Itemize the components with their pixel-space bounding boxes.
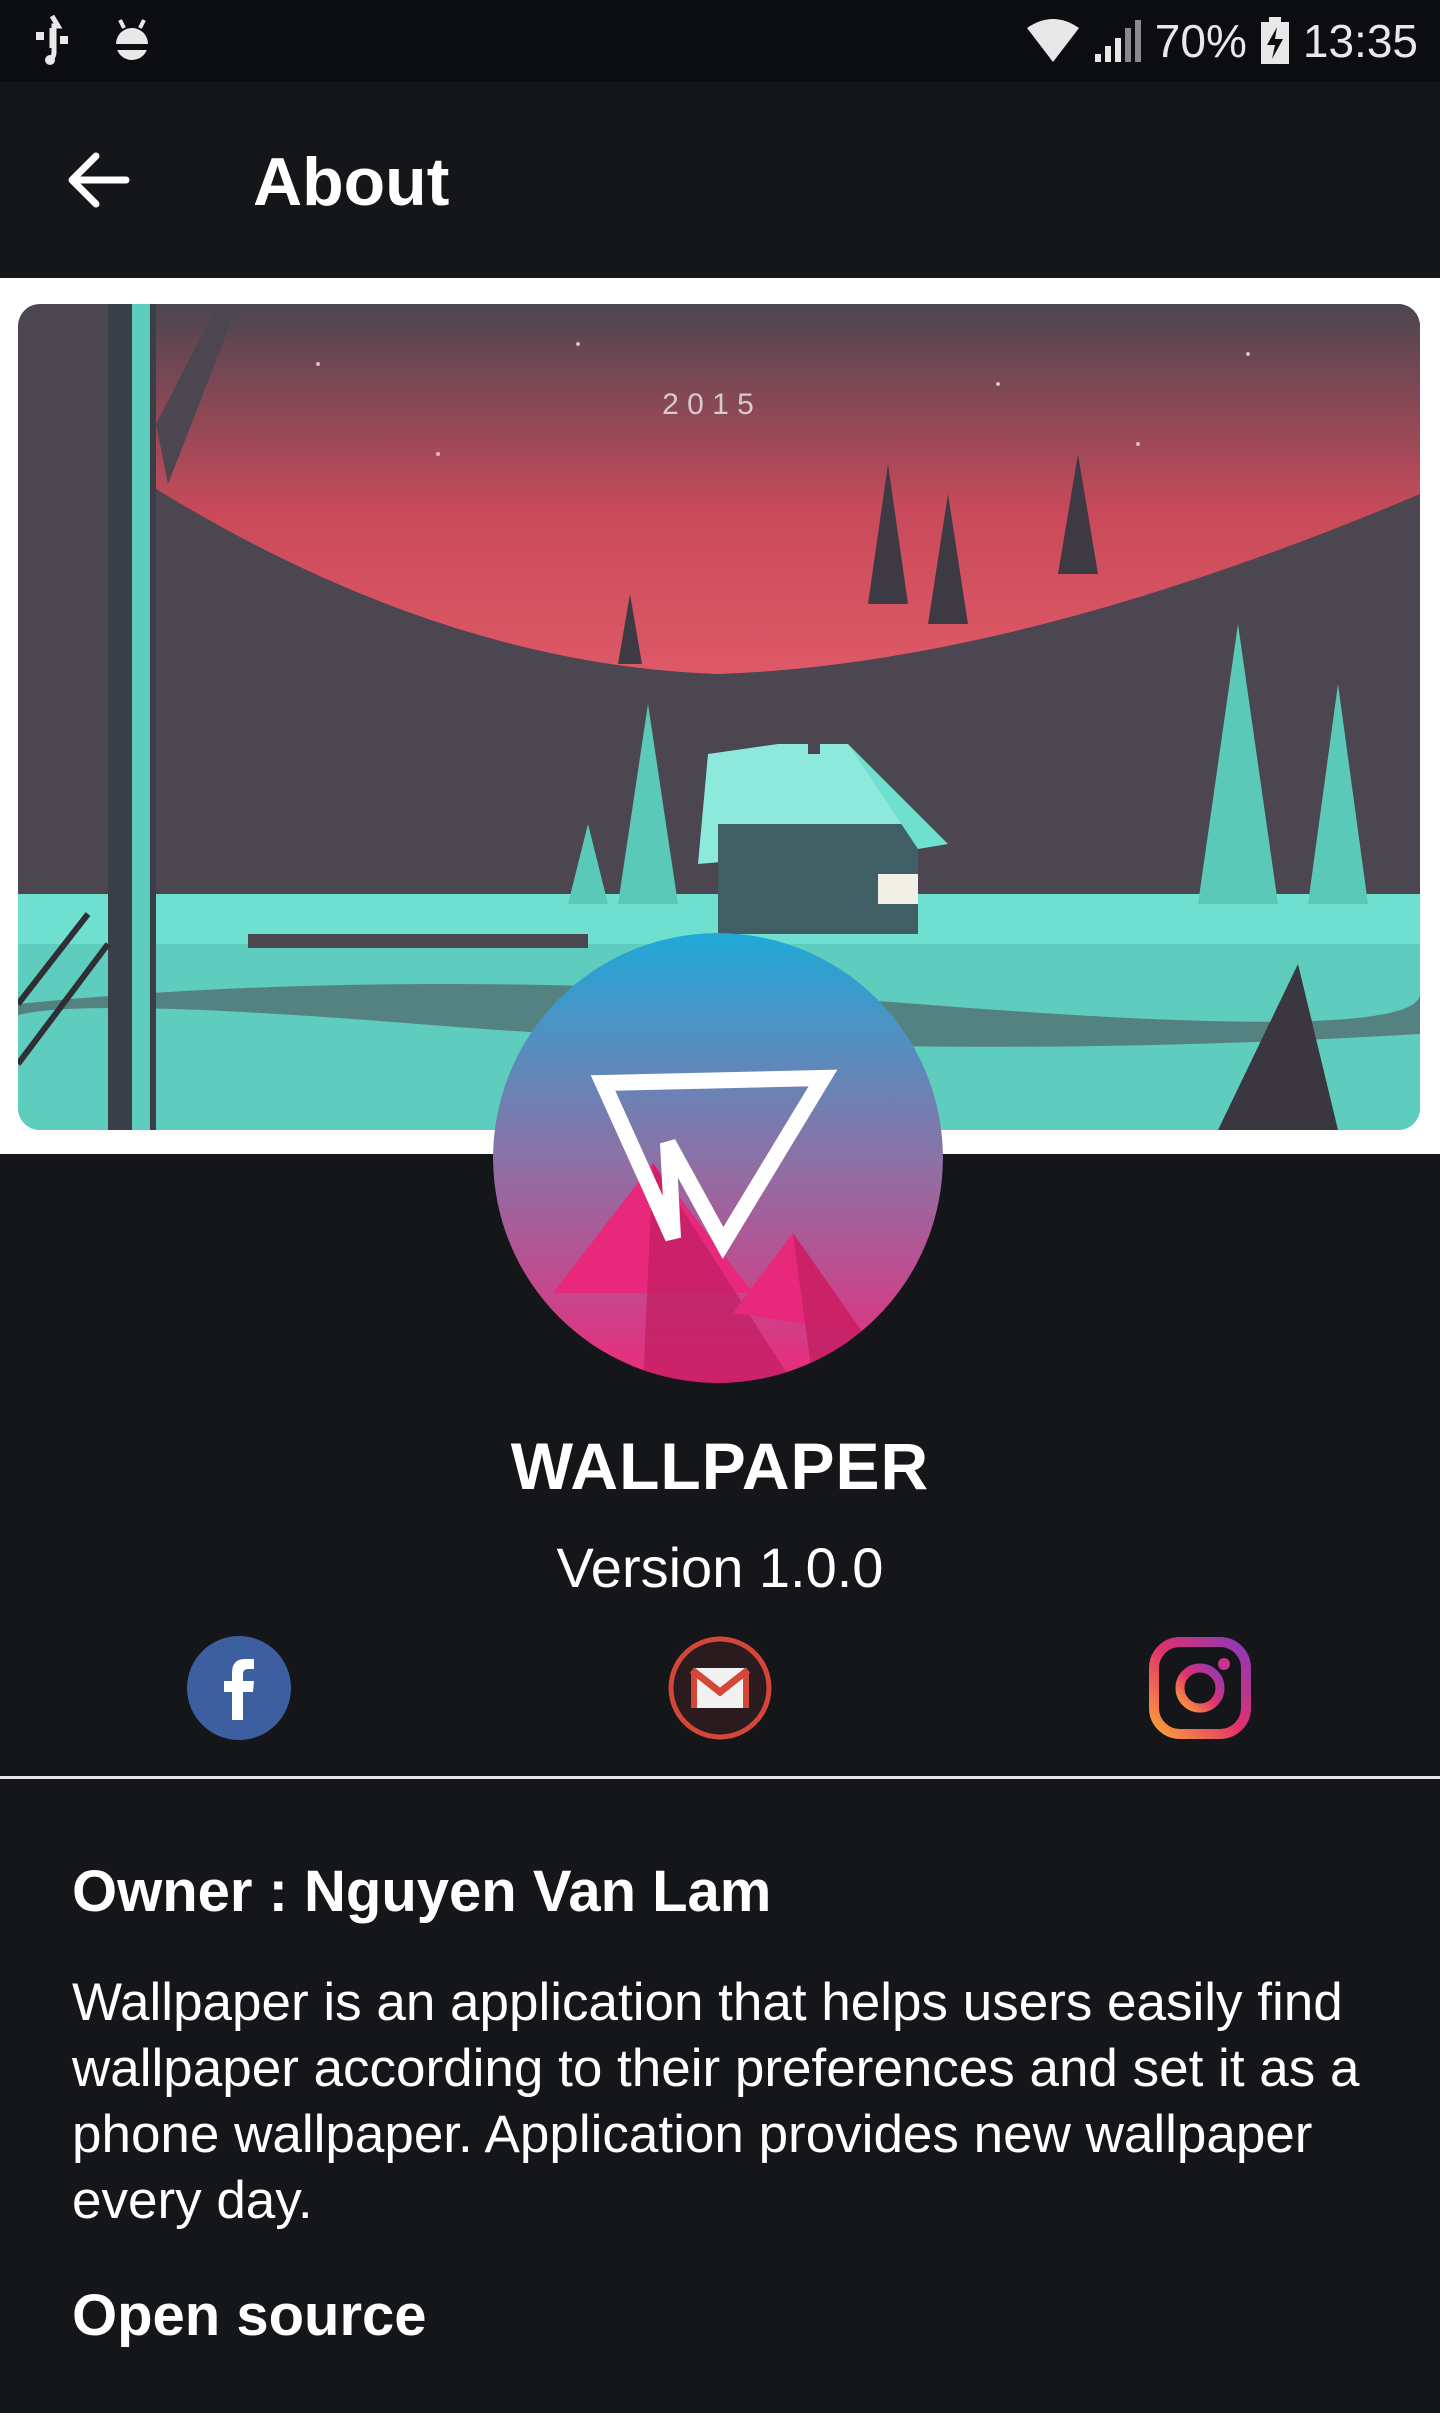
section-divider	[0, 1776, 1440, 1779]
usb-icon	[36, 14, 68, 65]
battery-charging-icon	[1260, 17, 1289, 64]
instagram-button[interactable]	[1148, 1636, 1252, 1740]
app-bar: About	[0, 82, 1440, 278]
arrow-back-icon	[68, 152, 130, 208]
app-logo	[493, 933, 943, 1383]
android-debug-icon	[114, 19, 150, 60]
facebook-icon	[187, 1636, 291, 1740]
app-version: Version 1.0.0	[556, 1536, 884, 1599]
app-name: WALLPAPER	[510, 1429, 930, 1503]
owner-label: Owner : Nguyen Van Lam	[72, 1859, 772, 1924]
page-title: About	[253, 144, 450, 220]
facebook-button[interactable]	[187, 1636, 291, 1740]
clock: 13:35	[1302, 15, 1418, 67]
instagram-icon	[1149, 1637, 1251, 1739]
battery-percent: 70%	[1154, 15, 1247, 67]
open-source-heading: Open source	[72, 2283, 427, 2348]
app-description: Wallpaper is an application that helps u…	[72, 1973, 1360, 2230]
gmail-button[interactable]	[668, 1636, 772, 1740]
status-bar: 70% 13:35	[0, 0, 1440, 82]
hero-year-text: 2 0 1 5	[662, 388, 754, 421]
back-button[interactable]	[60, 140, 140, 220]
gmail-icon	[668, 1636, 772, 1740]
signal-icon	[1094, 20, 1141, 62]
wifi-icon	[1026, 19, 1079, 62]
